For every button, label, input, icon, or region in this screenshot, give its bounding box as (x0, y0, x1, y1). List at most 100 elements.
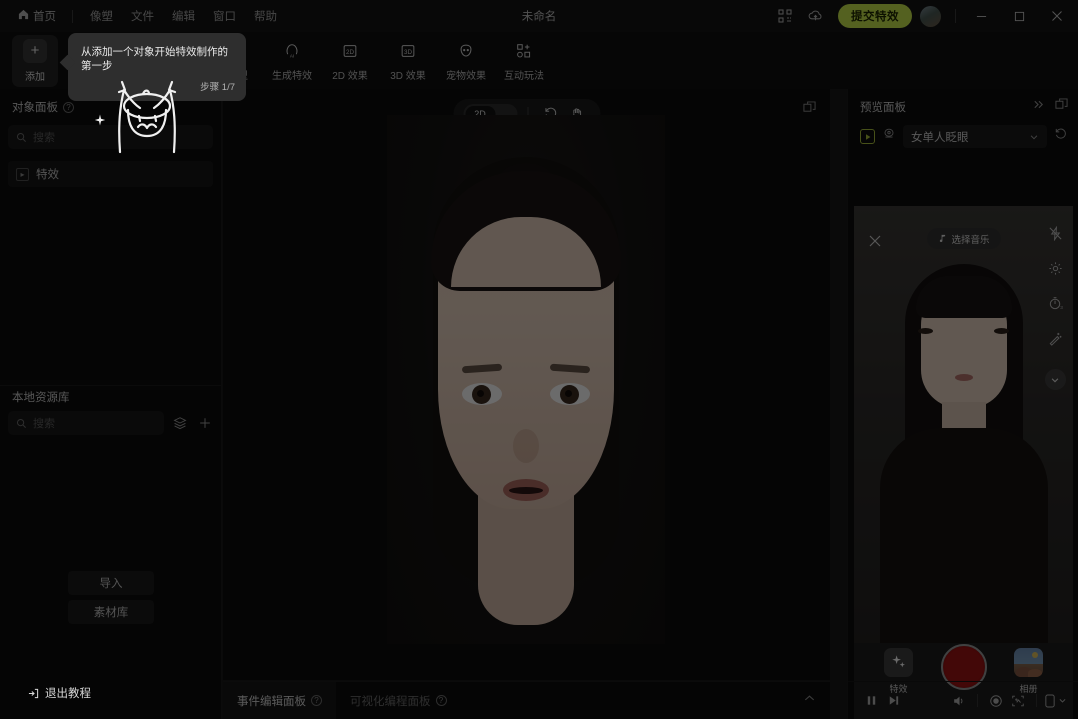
chevron-down-icon (1029, 132, 1039, 142)
step-forward-icon[interactable] (882, 694, 904, 707)
plus-icon: + (23, 39, 47, 63)
select-music-label: 选择音乐 (951, 232, 989, 246)
refresh-icon[interactable] (1054, 127, 1068, 146)
object-panel-title: 对象面板 (12, 99, 58, 115)
beauty-wand-icon[interactable] (1048, 331, 1063, 351)
toolbar-item-interaction[interactable]: 互动玩法 (496, 36, 552, 86)
phone-preview[interactable]: 选择音乐 3 (854, 206, 1073, 719)
model-eye-left (462, 383, 502, 405)
title-bar: 首页 像塑 文件 编辑 窗口 帮助 未命名 提交特效 (0, 0, 1078, 32)
local-library-search-input[interactable]: 搜索 (8, 411, 164, 435)
menu-item-window[interactable]: 窗口 (204, 8, 245, 24)
record-dot-icon[interactable] (985, 694, 1007, 708)
help-icon[interactable]: ? (436, 695, 447, 706)
chevron-down-icon (1058, 696, 1067, 705)
exit-tutorial-button[interactable]: 退出教程 (28, 685, 91, 701)
help-icon[interactable]: ? (311, 695, 322, 706)
model-eyebrow-right (550, 364, 590, 374)
add-resource-icon[interactable] (196, 414, 214, 432)
chevron-up-icon[interactable] (803, 692, 816, 710)
double-chevron-right-icon[interactable] (1032, 98, 1045, 116)
preview-panel: 预览面板 女单人眨眼 (847, 89, 1078, 719)
exit-icon (28, 688, 39, 699)
pause-icon[interactable] (860, 694, 882, 707)
library-action-buttons: 导入 素材库 (0, 571, 222, 629)
material-library-button[interactable]: 素材库 (68, 600, 154, 624)
playbar-divider (977, 694, 978, 707)
preview-canvas-image[interactable] (387, 115, 665, 644)
qr-code-icon[interactable] (770, 0, 800, 32)
tutorial-step-counter: 步骤 1/7 (200, 79, 235, 93)
timer-3s-icon[interactable]: 3 (1048, 296, 1063, 316)
preview-model-eye-left (918, 328, 933, 334)
sparkle-icon (884, 648, 913, 677)
object-panel-search-input[interactable]: 搜索 (8, 125, 213, 149)
interaction-icon (515, 40, 533, 62)
left-panel: 对象面板 ? 搜索 ▸ 特效 本地资源库 搜索 (0, 89, 222, 719)
bottom-tab-bar: 事件编辑面板 ? 可视化编程面板 ? (223, 681, 830, 719)
preview-source-row: 女单人眨眼 (848, 116, 1078, 148)
object-panel-search-placeholder: 搜索 (33, 129, 55, 145)
import-button[interactable]: 导入 (68, 571, 154, 595)
tree-item-effect[interactable]: ▸ 特效 (8, 161, 213, 187)
preview-expand-icon[interactable] (1055, 98, 1068, 116)
volume-icon[interactable] (948, 694, 970, 708)
flash-off-icon[interactable] (1048, 226, 1063, 246)
expand-icon[interactable]: ▸ (16, 168, 29, 181)
toolbar-item-2d-effect[interactable]: 2D 2D 效果 (322, 36, 378, 86)
chevron-down-icon[interactable] (1045, 369, 1066, 390)
submit-effect-button[interactable]: 提交特效 (838, 4, 912, 28)
local-library-title: 本地资源库 (12, 389, 210, 405)
preview-model-shirt (880, 428, 1048, 643)
tab-event-editor[interactable]: 事件编辑面板 ? (223, 682, 336, 719)
menu-item-help[interactable]: 帮助 (245, 8, 286, 24)
minimize-button[interactable] (962, 0, 1000, 32)
menu-item-home[interactable]: 首页 (10, 7, 64, 25)
menu-divider (72, 10, 73, 23)
menu-item-file[interactable]: 文件 (122, 8, 163, 24)
svg-text:3D: 3D (404, 49, 413, 56)
album-icon (1014, 648, 1043, 677)
model-eye-right (550, 383, 590, 405)
svg-text:2D: 2D (346, 49, 355, 56)
webcam-icon[interactable] (882, 127, 896, 146)
camera-source-icon[interactable] (860, 129, 875, 144)
avatar[interactable] (920, 6, 941, 27)
local-library-search-placeholder: 搜索 (33, 415, 55, 431)
model-nose (513, 429, 539, 463)
model-mouth (503, 479, 549, 501)
screenshot-icon[interactable] (1007, 694, 1029, 708)
3d-effect-icon: 3D (399, 40, 417, 62)
cloud-upload-icon[interactable] (800, 0, 830, 32)
tab-visual-programming-label: 可视化编程面板 (350, 693, 431, 709)
title-bar-actions: 提交特效 (770, 0, 1078, 32)
model-eyebrow-left (462, 364, 502, 374)
search-icon (16, 418, 27, 429)
layers-icon[interactable] (171, 414, 189, 432)
ai-generate-icon: AI (283, 40, 301, 62)
select-music-button[interactable]: 选择音乐 (926, 228, 1000, 249)
toolbar-item-ai-generate-label: 生成特效 (272, 67, 312, 82)
toolbar-item-interaction-label: 互动玩法 (504, 67, 544, 82)
viewport-expand-icon[interactable] (803, 101, 816, 119)
menu-bar: 首页 像塑 文件 编辑 窗口 帮助 (0, 7, 286, 25)
toolbar-item-ai-generate[interactable]: AI 生成特效 (264, 36, 320, 86)
settings-gear-icon[interactable] (1048, 261, 1063, 281)
toolbar-item-pet-effect[interactable]: 宠物效果 (438, 36, 494, 86)
maximize-button[interactable] (1000, 0, 1038, 32)
toolbar-item-3d-effect[interactable]: 3D 3D 效果 (380, 36, 436, 86)
close-icon[interactable] (868, 234, 882, 253)
device-icon[interactable] (1044, 694, 1067, 708)
preview-model-eye-right (994, 328, 1009, 334)
toolbar-item-pet-effect-label: 宠物效果 (446, 67, 486, 82)
tab-visual-programming[interactable]: 可视化编程面板 ? (336, 682, 461, 719)
model-select-dropdown[interactable]: 女单人眨眼 (903, 125, 1047, 148)
menu-item-xiangsu[interactable]: 像塑 (81, 8, 122, 24)
local-library-controls: 搜索 (0, 411, 222, 435)
help-icon[interactable]: ? (63, 102, 74, 113)
cursor-sparkle-icon (92, 112, 108, 133)
menu-item-edit[interactable]: 编辑 (163, 8, 204, 24)
toolbar-add-button[interactable]: + 添加 (12, 35, 58, 87)
close-button[interactable] (1038, 0, 1076, 32)
titlebar-divider (955, 9, 956, 23)
